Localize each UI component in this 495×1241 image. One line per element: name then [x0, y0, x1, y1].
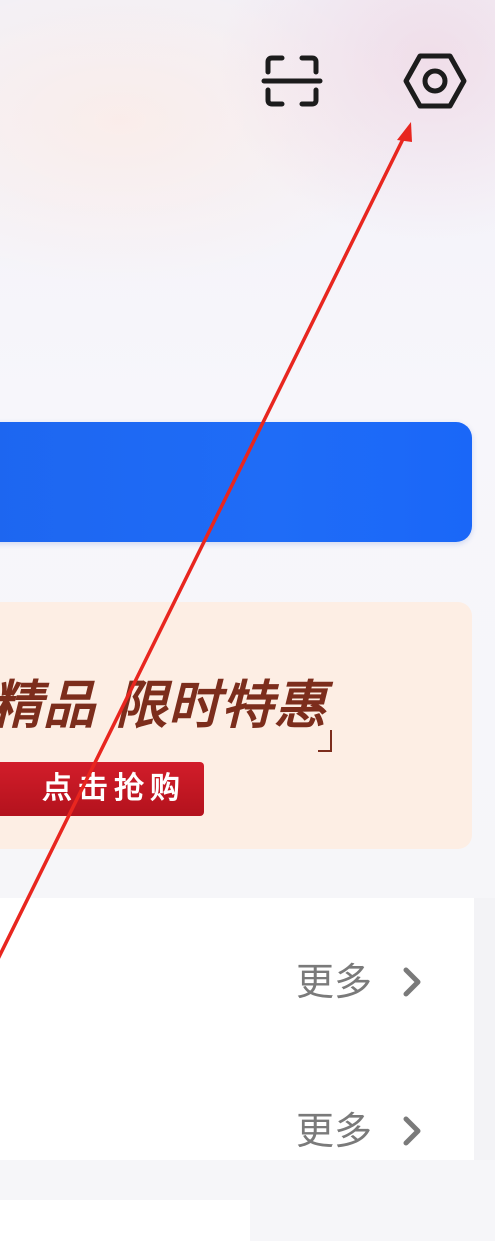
chevron-right-icon	[403, 1116, 421, 1146]
promo-bracket-decoration	[318, 730, 332, 752]
page: 精品 限时特惠 点击抢购 更多 更多	[0, 0, 495, 1241]
scan-button[interactable]	[258, 50, 326, 112]
scan-icon	[261, 55, 323, 107]
more-label: 更多	[296, 960, 373, 1004]
bottom-strip	[0, 1200, 250, 1241]
chevron-right-icon	[403, 967, 421, 997]
settings-icon	[403, 53, 467, 109]
more-link-row-2[interactable]: 更多	[296, 1106, 436, 1156]
promo-title: 精品 限时特惠	[0, 676, 328, 736]
more-link-row-1[interactable]: 更多	[296, 957, 436, 1007]
buy-now-button[interactable]: 点击抢购	[0, 762, 204, 816]
settings-button[interactable]	[398, 46, 472, 116]
list-edge	[474, 898, 495, 1160]
blue-banner[interactable]	[0, 422, 472, 542]
more-label: 更多	[296, 1109, 373, 1153]
